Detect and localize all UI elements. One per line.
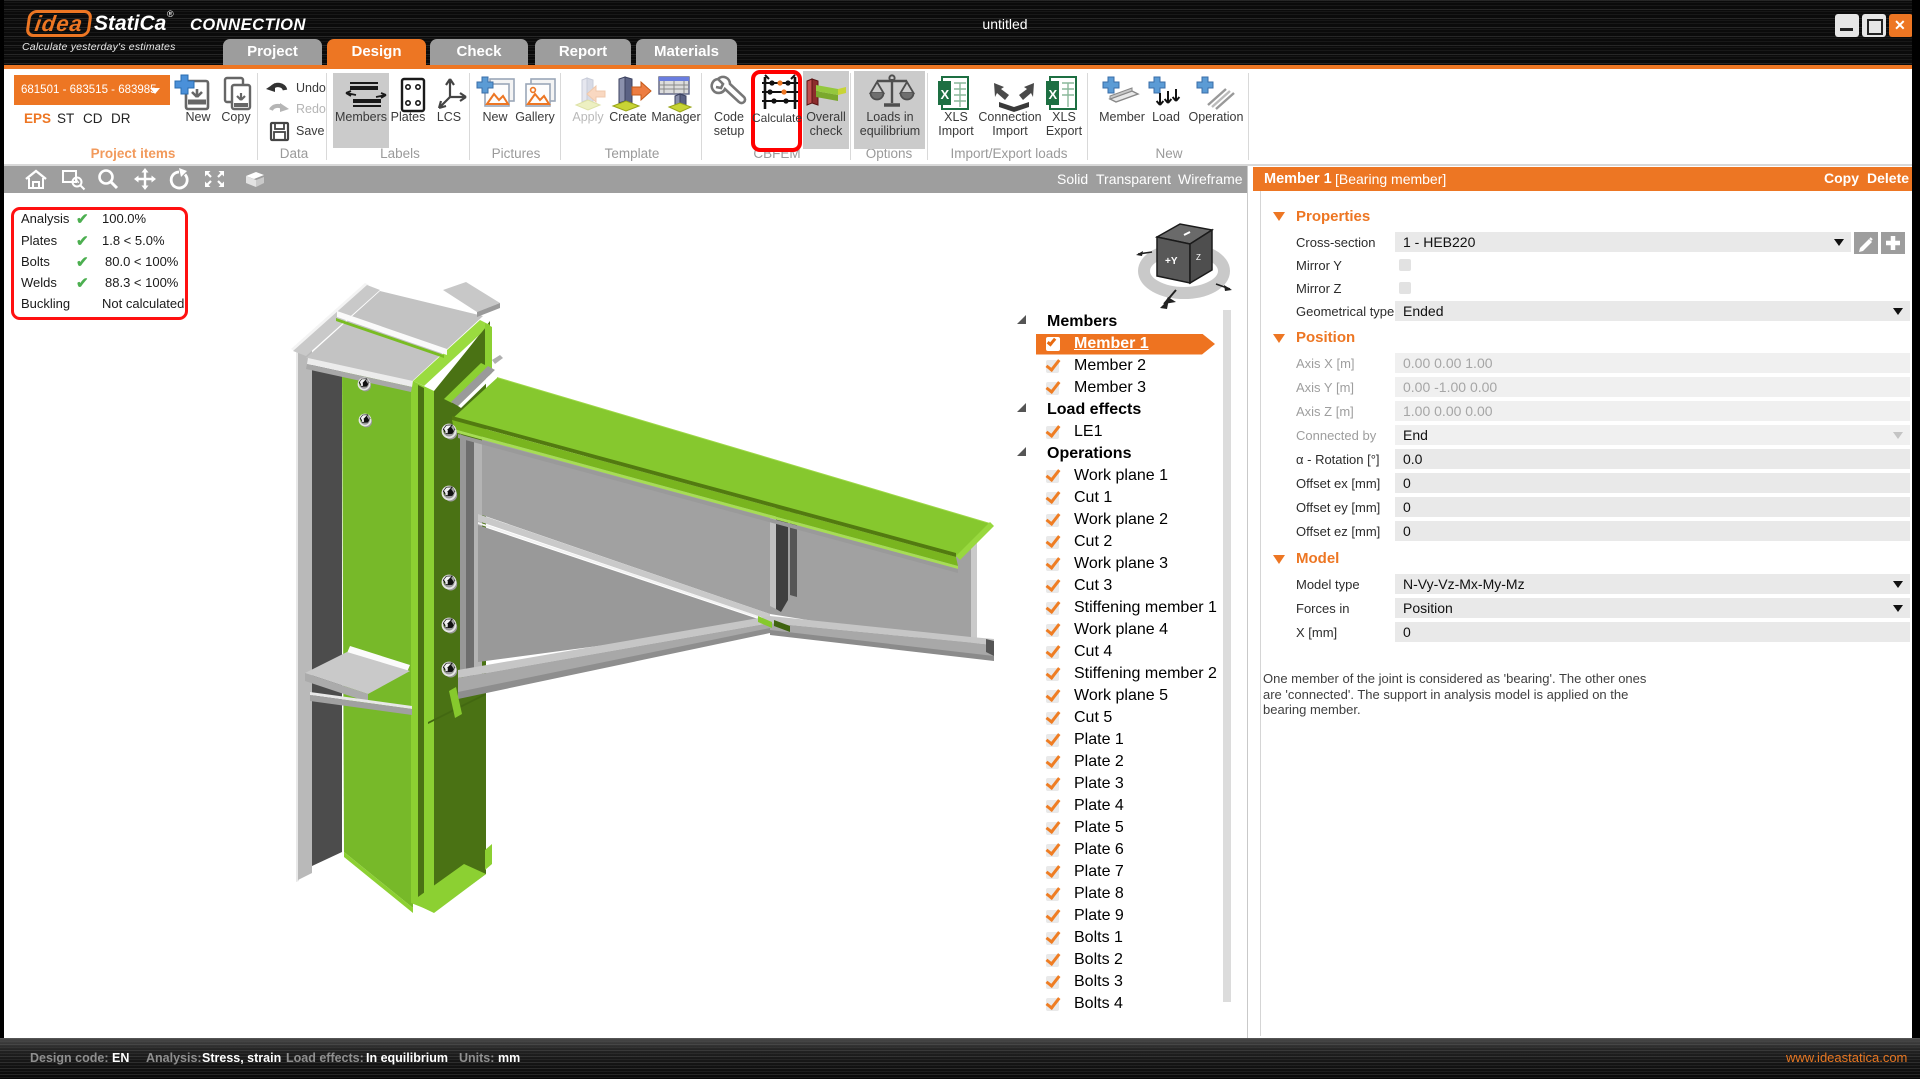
svg-text:Transparent: Transparent (1096, 171, 1171, 187)
svg-text:X: X (1049, 87, 1058, 102)
svg-text:Z: Z (1196, 253, 1201, 262)
svg-text:+Y: +Y (1165, 256, 1178, 267)
svg-text:Solid: Solid (1057, 171, 1088, 187)
svg-text:Wireframe: Wireframe (1178, 171, 1243, 187)
svg-text:X: X (941, 87, 950, 102)
